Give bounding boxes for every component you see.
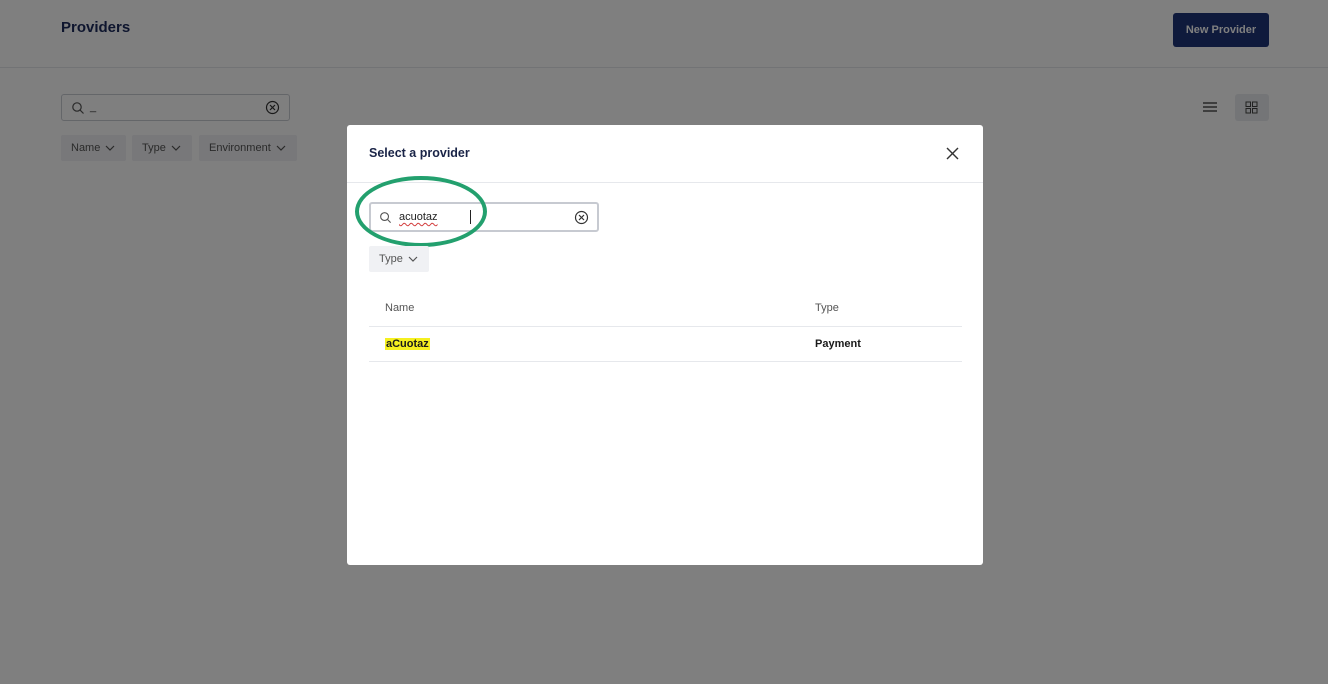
table-row[interactable]: aCuotaz Payment [369,327,962,362]
column-header-type: Type [815,302,839,314]
provider-table: Name Type aCuotaz Payment [369,290,962,362]
close-icon[interactable] [945,146,960,161]
modal-title: Select a provider [369,146,470,160]
modal-filter-type-label: Type [379,253,403,265]
select-provider-modal: Select a provider acuotaz Type Name Type… [347,125,983,565]
column-header-name: Name [385,302,415,314]
annotation-circle [355,176,487,247]
providers-page: Providers New Provider _ Name Type Envir… [0,0,1328,684]
clear-icon[interactable] [574,210,589,225]
row-type: Payment [815,338,861,350]
table-header: Name Type [369,290,962,327]
row-name: aCuotaz [385,338,430,350]
chevron-down-icon [408,256,418,262]
modal-filter-type[interactable]: Type [369,246,429,272]
modal-header: Select a provider [347,125,983,183]
